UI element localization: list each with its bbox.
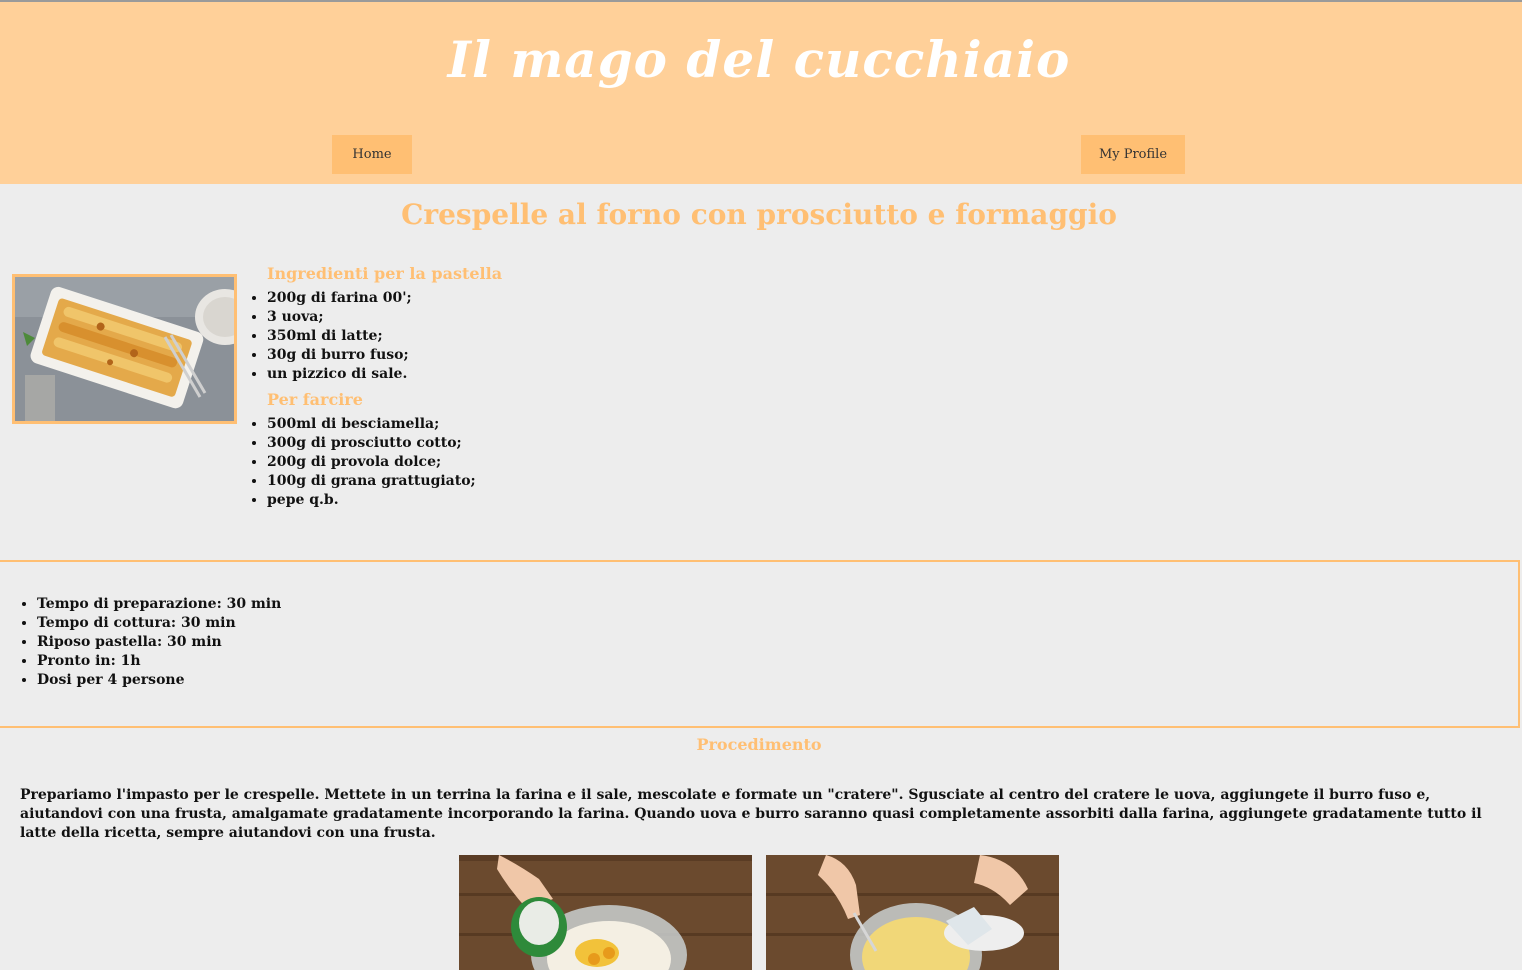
list-item: 200g di provola dolce; <box>267 453 748 472</box>
ingredients-pastella-list: 200g di farina 00'; 3 uova; 350ml di lat… <box>248 289 748 384</box>
list-item: 3 uova; <box>267 308 748 327</box>
list-item: 200g di farina 00'; <box>267 289 748 308</box>
step-photo-flour-bowl <box>459 855 752 970</box>
list-item: 350ml di latte; <box>267 327 748 346</box>
recipe-photo-crespelle <box>12 274 237 424</box>
recipe-times-list: Tempo di preparazione: 30 min Tempo di c… <box>18 595 281 690</box>
ingredients-farcire-heading: Per farcire <box>267 390 363 409</box>
list-item: pepe q.b. <box>267 491 748 510</box>
nav-my-profile-button[interactable]: My Profile <box>1081 135 1185 174</box>
list-item: 300g di prosciutto cotto; <box>267 434 748 453</box>
recipe-title: Crespelle al forno con prosciutto e form… <box>401 198 1117 231</box>
list-item: 500ml di besciamella; <box>267 415 748 434</box>
procedure-text: Prepariamo l'impasto per le crespelle. M… <box>20 787 1482 841</box>
procedure-heading: Procedimento <box>696 735 822 754</box>
ingredients-farcire-list: 500ml di besciamella; 300g di prosciutto… <box>248 415 748 510</box>
site-title: Il mago del cucchiaio <box>447 30 1071 89</box>
ingredients-pastella-heading: Ingredienti per la pastella <box>267 264 503 283</box>
list-item: Tempo di cottura: 30 min <box>37 614 281 633</box>
list-item: un pizzico di sale. <box>267 365 748 384</box>
list-item: Riposo pastella: 30 min <box>37 633 281 652</box>
list-item: Dosi per 4 persone <box>37 671 281 690</box>
list-item: Tempo di preparazione: 30 min <box>37 595 281 614</box>
step-photo-whisk-milk <box>766 855 1059 970</box>
list-item: Pronto in: 1h <box>37 652 281 671</box>
nav-home-button[interactable]: Home <box>332 135 412 174</box>
recipe-times-box: Tempo di preparazione: 30 min Tempo di c… <box>0 560 1520 728</box>
list-item: 30g di burro fuso; <box>267 346 748 365</box>
list-item: 100g di grana grattugiato; <box>267 472 748 491</box>
site-header: Il mago del cucchiaio Home My Profile <box>0 2 1522 184</box>
ingredients-section: Ingredienti per la pastella 200g di fari… <box>248 264 748 516</box>
